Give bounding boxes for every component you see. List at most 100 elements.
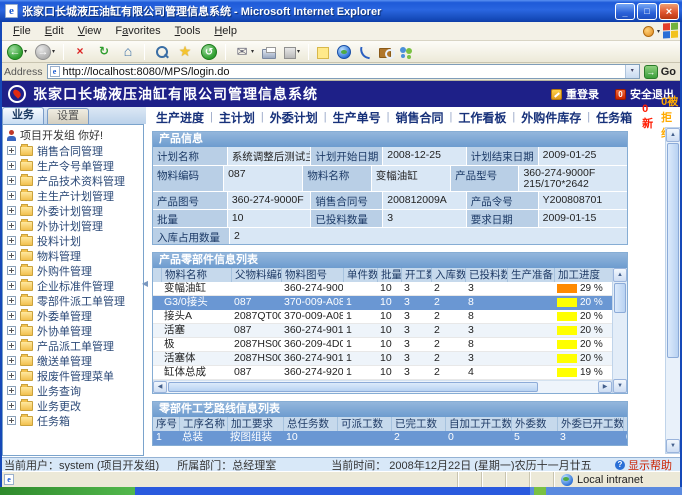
sidebar-item-5[interactable]: 外协计划管理 xyxy=(3,218,143,233)
nav-link-3[interactable]: 生产单号 xyxy=(333,109,381,126)
close-button[interactable]: × xyxy=(659,3,679,20)
sidebar-item-0[interactable]: 销售合同管理 xyxy=(3,143,143,158)
table-row[interactable]: G3/0接头087370-009-A084011032820 % xyxy=(153,296,612,310)
sidebar-item-15[interactable]: 报废件管理菜单 xyxy=(3,368,143,383)
table-row[interactable]: 活塞087360-274-9010F11032320 % xyxy=(153,324,612,338)
history-button[interactable]: ↺ xyxy=(198,43,220,61)
expand-plus-icon[interactable] xyxy=(7,281,16,290)
sidebar-item-13[interactable]: 产品派工单管理 xyxy=(3,338,143,353)
expand-plus-icon[interactable] xyxy=(7,326,16,335)
address-dropdown-icon[interactable]: ▾ xyxy=(625,65,639,78)
expand-plus-icon[interactable] xyxy=(7,401,16,410)
forward-button[interactable]: →▾ xyxy=(32,43,58,61)
expand-plus-icon[interactable] xyxy=(7,296,16,305)
print-button[interactable] xyxy=(259,44,279,60)
search-button[interactable] xyxy=(150,43,172,61)
scroll-right-icon[interactable]: ▶ xyxy=(598,381,612,393)
menu-item-favorites[interactable]: Favorites xyxy=(108,25,167,37)
stop-button[interactable]: × xyxy=(69,43,91,61)
sidebar-item-10[interactable]: 零部件派工单管理 xyxy=(3,293,143,308)
sidebar-item-3[interactable]: 主生产计划管理 xyxy=(3,188,143,203)
expand-plus-icon[interactable] xyxy=(7,371,16,380)
parts-table-vscrollbar[interactable]: ▲ ▼ xyxy=(612,268,627,393)
menu-item-file[interactable]: File xyxy=(6,25,38,37)
sidebar-item-16[interactable]: 业务查询 xyxy=(3,383,143,398)
tab-settings[interactable]: 设置 xyxy=(47,108,89,124)
sidebar-item-9[interactable]: 企业标准件管理 xyxy=(3,278,143,293)
page-scroll-thumb[interactable] xyxy=(667,143,679,358)
expand-plus-icon[interactable] xyxy=(7,266,16,275)
expand-plus-icon[interactable] xyxy=(7,356,16,365)
expand-plus-icon[interactable] xyxy=(7,386,16,395)
nav-link-4[interactable]: 销售合同 xyxy=(396,109,444,126)
messenger-button[interactable] xyxy=(396,43,417,60)
table-row[interactable]: 1总装按图组装10205300 xyxy=(153,431,627,445)
edit-button[interactable]: ▾ xyxy=(281,44,303,60)
sidebar-item-18[interactable]: 任务箱 xyxy=(3,413,143,428)
menu-item-view[interactable]: View xyxy=(71,25,109,37)
expand-plus-icon[interactable] xyxy=(7,176,16,185)
go-button[interactable]: → Go xyxy=(644,65,678,79)
favorites-button[interactable]: ★ xyxy=(174,43,196,61)
parts-table-hscrollbar[interactable]: ◀ ▶ xyxy=(153,380,612,393)
expand-plus-icon[interactable] xyxy=(7,416,16,425)
expand-plus-icon[interactable] xyxy=(7,251,16,260)
relogin-button[interactable]: 重登录 xyxy=(551,86,599,102)
addon-icon[interactable] xyxy=(643,26,654,37)
sidebar-item-8[interactable]: 外购件管理 xyxy=(3,263,143,278)
sidebar-item-7[interactable]: 物料管理 xyxy=(3,248,143,263)
sidebar-item-4[interactable]: 外委计划管理 xyxy=(3,203,143,218)
nav-link-1[interactable]: 主计划 xyxy=(219,109,255,126)
nav-link-7[interactable]: 任务箱 xyxy=(596,109,632,126)
swoosh-button[interactable] xyxy=(356,44,374,59)
nav-link-2[interactable]: 外委计划 xyxy=(270,109,318,126)
home-button[interactable]: ⌂ xyxy=(117,43,139,61)
nav-link-6[interactable]: 外购件库存 xyxy=(521,109,581,126)
expand-plus-icon[interactable] xyxy=(7,221,16,230)
table-row[interactable]: 缸体总成087360-274-9200F11032419 % xyxy=(153,366,612,380)
address-input[interactable]: e http://localhost:8080/MPS/login.do ▾ xyxy=(47,64,640,79)
taskbar[interactable] xyxy=(0,487,682,495)
tab-business[interactable]: 业务 xyxy=(2,107,44,124)
scroll-down-icon[interactable]: ▼ xyxy=(613,379,627,393)
sidebar-item-12[interactable]: 外协单管理 xyxy=(3,323,143,338)
table-row[interactable]: 接头A2087QT002370-009-A085011032820 % xyxy=(153,310,612,324)
sidebar-item-11[interactable]: 外委单管理 xyxy=(3,308,143,323)
start-button-fragment[interactable] xyxy=(0,487,135,495)
expand-plus-icon[interactable] xyxy=(7,341,16,350)
page-scroll-up-icon[interactable]: ▲ xyxy=(666,128,680,142)
mail-button[interactable]: ✉▾ xyxy=(231,43,257,61)
expand-plus-icon[interactable] xyxy=(7,236,16,245)
sidebar-item-14[interactable]: 缴送单管理 xyxy=(3,353,143,368)
addon-dropdown-caret-icon[interactable]: ▾ xyxy=(657,28,660,35)
expand-plus-icon[interactable] xyxy=(7,191,16,200)
title-bar[interactable]: e 张家口长城液压油缸有限公司管理信息系统 - Microsoft Intern… xyxy=(0,0,682,22)
dropdown-caret-icon[interactable]: ▾ xyxy=(251,48,254,55)
notes-button[interactable] xyxy=(314,44,332,60)
page-scroll-down-icon[interactable]: ▼ xyxy=(666,439,680,453)
dropdown-caret-icon[interactable]: ▾ xyxy=(24,48,27,55)
hscroll-thumb[interactable] xyxy=(168,382,538,392)
menu-item-help[interactable]: Help xyxy=(207,25,244,37)
scroll-left-icon[interactable]: ◀ xyxy=(153,381,167,393)
expand-plus-icon[interactable] xyxy=(7,311,16,320)
back-button[interactable]: ←▾ xyxy=(4,43,30,61)
globe-button[interactable] xyxy=(334,43,354,60)
sidebar-item-6[interactable]: 投料计划 xyxy=(3,233,143,248)
nav-link-0[interactable]: 生产进度 xyxy=(156,109,204,126)
sidebar-item-2[interactable]: 产品技术资料管理 xyxy=(3,173,143,188)
menu-item-tools[interactable]: Tools xyxy=(168,25,208,37)
maximize-button[interactable]: □ xyxy=(637,3,657,20)
sidebar-item-1[interactable]: 生产令号单管理 xyxy=(3,158,143,173)
expand-plus-icon[interactable] xyxy=(7,206,16,215)
page-scrollbar[interactable]: ▲ ▼ xyxy=(665,127,681,454)
expand-plus-icon[interactable] xyxy=(7,146,16,155)
menu-item-edit[interactable]: Edit xyxy=(38,25,71,37)
research-button[interactable] xyxy=(376,44,394,59)
dropdown-caret-icon[interactable]: ▾ xyxy=(52,48,55,55)
vscroll-thumb[interactable] xyxy=(614,283,626,313)
sidebar-item-17[interactable]: 业务更改 xyxy=(3,398,143,413)
minimize-button[interactable]: _ xyxy=(615,3,635,20)
expand-plus-icon[interactable] xyxy=(7,161,16,170)
scroll-up-icon[interactable]: ▲ xyxy=(613,268,627,282)
